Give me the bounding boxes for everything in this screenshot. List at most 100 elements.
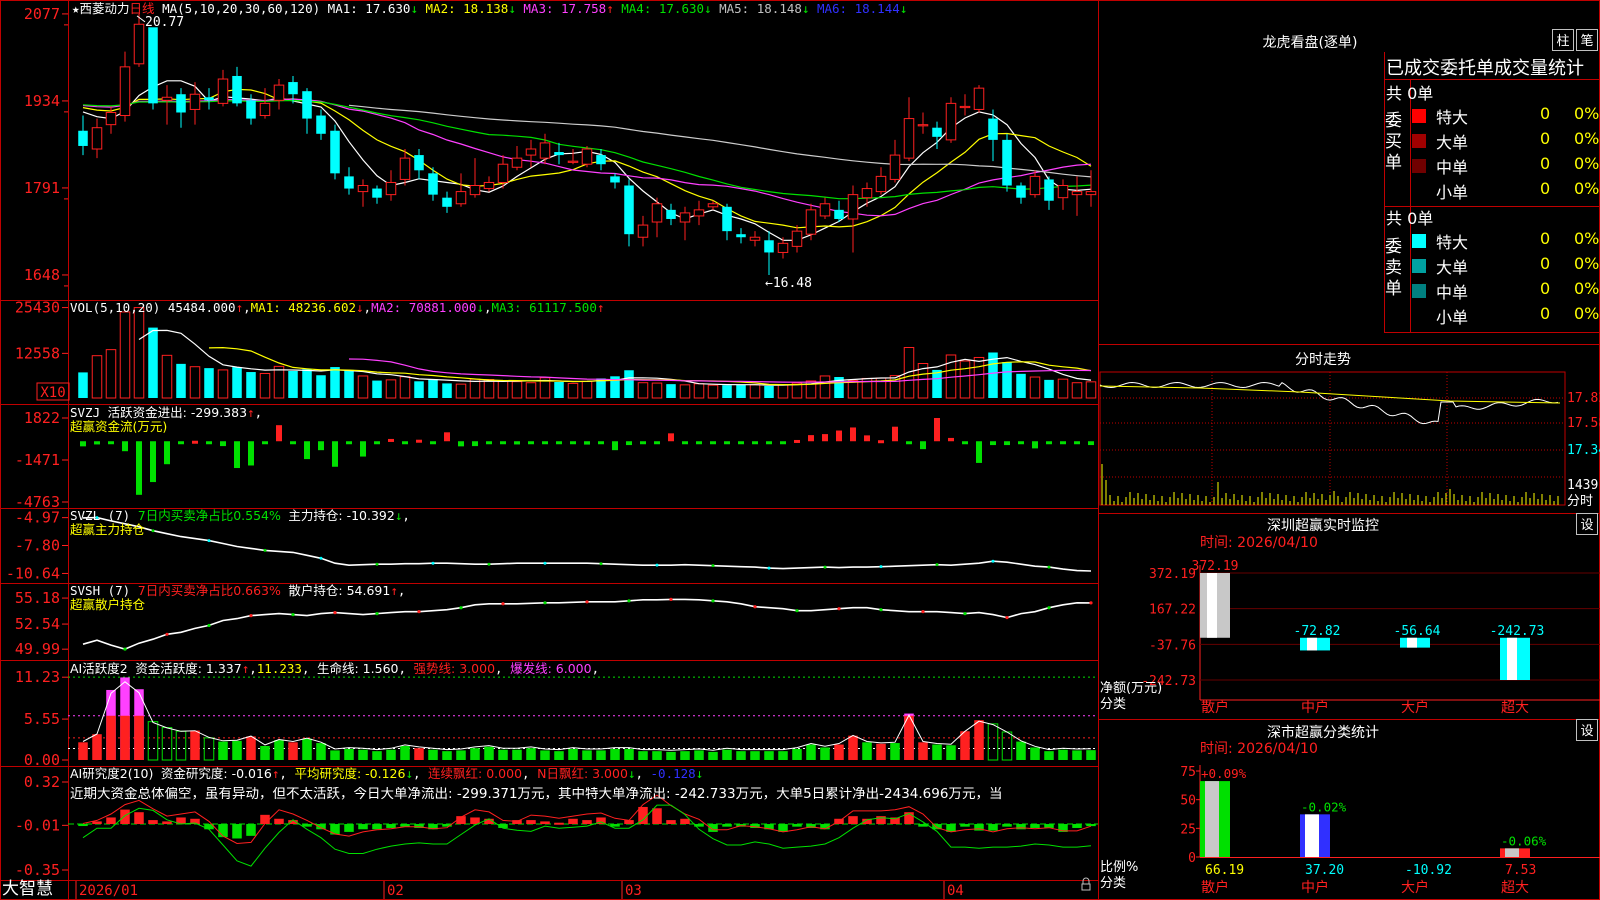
- svzl-marker: [991, 559, 995, 563]
- ai-research-bar: [1030, 824, 1040, 828]
- tick-mode-button[interactable]: 笔: [1576, 29, 1598, 51]
- vol-bar-up: [651, 382, 663, 399]
- vol-bar-down: [148, 327, 158, 398]
- sz-classify-settings-button[interactable]: 设: [1576, 719, 1598, 741]
- candle-down: [414, 155, 424, 171]
- vol-bar-up: [357, 375, 369, 399]
- ma3-arrow: ↑: [606, 1, 614, 16]
- vol-bar-down: [316, 375, 326, 398]
- svzj-bar: [626, 441, 632, 446]
- outer-frame: [0, 0, 1600, 900]
- vol-bar-down: [344, 369, 354, 398]
- ai-active-bar: [1044, 751, 1054, 760]
- ma4-label: MA4: 17.630: [621, 1, 705, 16]
- ai-active-bar: [414, 748, 424, 760]
- buy-row-pct: 0%: [1574, 179, 1600, 198]
- ai-research-label2: 平均研究度: -0.126: [294, 766, 406, 781]
- candle-up: [399, 157, 411, 180]
- low-price-label: ←16.48: [765, 276, 812, 291]
- svzj-bar: [1018, 441, 1024, 445]
- vol-axis-label: 12558: [15, 344, 60, 362]
- candle-up: [777, 242, 789, 253]
- candle-down: [428, 173, 438, 195]
- ma5-label: MA5: 18.148: [719, 1, 802, 16]
- ai-active-bar: [386, 749, 396, 760]
- sell-row-count: 0: [1540, 229, 1551, 248]
- vol-bar-down: [78, 372, 88, 398]
- candle-down: [1016, 185, 1026, 198]
- svzj-bar: [472, 441, 478, 447]
- ai-research-bar: [78, 824, 88, 827]
- vol-ma1: MA1: 48236.602: [250, 300, 356, 315]
- ai-research-text: 近期大资金总体偏空，虽有异动，但不太活跃，今日大单净流出: -299.371万元…: [70, 787, 1003, 802]
- column-mode-button[interactable]: 柱: [1552, 29, 1574, 51]
- candle-down: [764, 240, 774, 253]
- vol-bar-up: [259, 372, 271, 399]
- sz-classify-delta: -0.02%: [1301, 799, 1347, 814]
- svzl-header: SVZL (7) 7日内买卖净占比0.554% 主力持仓: -10.392↓,: [70, 508, 410, 523]
- sz-monitor-category: 中户: [1301, 699, 1329, 716]
- longhu-subtitle: 已成交委托单成交量统计: [1386, 58, 1584, 79]
- candle-up: [749, 236, 761, 241]
- ai-active-bar: [582, 750, 592, 760]
- intraday-title: 分时走势: [1295, 352, 1351, 368]
- sz-monitor-value: -242.73: [1490, 624, 1545, 639]
- ai-research-axis-label: -0.35: [15, 861, 60, 879]
- svzj-bar: [850, 427, 856, 442]
- buy-row-pct: 0%: [1574, 129, 1600, 148]
- ai-active-bar: [540, 750, 550, 760]
- svzj-bar: [682, 441, 688, 445]
- price-axis-label: 1934: [24, 92, 60, 110]
- svzj-bar: [402, 441, 408, 445]
- ai-research-bar: [134, 812, 144, 825]
- vol-bar-up: [707, 384, 719, 399]
- svsh-marker: [585, 600, 589, 604]
- vol-bar-down: [666, 384, 676, 398]
- sz-monitor-bar-highlight: [1507, 637, 1517, 680]
- intraday-frame: [1099, 371, 1566, 506]
- svsh-marker: [543, 601, 547, 605]
- svzl-ratio: 7日内买卖净占比0.554%: [137, 508, 281, 523]
- candle-down: [232, 75, 242, 104]
- candle-up: [959, 105, 971, 109]
- candle-down: [246, 100, 256, 119]
- svzj-axis-label: 1822: [24, 409, 60, 427]
- svsh-marker: [921, 610, 925, 614]
- buy-total: 共 0单: [1386, 84, 1434, 103]
- ai-active-label4: 强势线: 3.000: [413, 661, 496, 676]
- svzj-bar: [892, 426, 898, 442]
- sz-monitor-settings-button[interactable]: 设: [1576, 513, 1598, 535]
- svsh-marker: [459, 606, 463, 610]
- vol-unit-label: X10: [40, 385, 65, 401]
- ai-research-title: AI研究度2(10): [70, 766, 154, 781]
- sell-row-pct: 0%: [1574, 254, 1600, 273]
- candle-down: [302, 91, 312, 119]
- svzl-title: SVZL (7): [70, 508, 131, 523]
- candle-up: [161, 96, 173, 101]
- svzl-line: [82, 516, 1092, 572]
- candle-up: [889, 154, 901, 180]
- ai-research-bar: [246, 824, 256, 836]
- ai-active-bar: [175, 730, 187, 761]
- svzj-bar: [752, 441, 758, 445]
- sell-row-name: 特大: [1436, 233, 1469, 252]
- sz-classify-time: 时间: 2026/04/10: [1200, 741, 1318, 757]
- candle-up: [105, 111, 117, 126]
- candle-up: [259, 102, 271, 117]
- svzj-label: 活跃资金进出: -299.383: [107, 405, 248, 420]
- buy-row-pct: 0%: [1574, 104, 1600, 123]
- vol-bar-down: [302, 369, 312, 398]
- ma3-label: MA3: 17.758: [523, 1, 607, 16]
- vol-bar-up: [119, 311, 131, 399]
- svzl-marker: [375, 562, 379, 566]
- ma5-line: [348, 104, 1092, 178]
- svzj-bar: [710, 441, 716, 445]
- sz-monitor-time: 时间: 2026/04/10: [1200, 535, 1318, 551]
- vol-bar-up: [189, 366, 201, 399]
- candle-down: [610, 176, 620, 183]
- svzj-bar: [528, 441, 534, 445]
- vol-bar-up: [385, 379, 397, 399]
- ai-research-bar: [232, 824, 242, 839]
- candle-up: [539, 142, 551, 159]
- svzj-bar: [822, 434, 828, 442]
